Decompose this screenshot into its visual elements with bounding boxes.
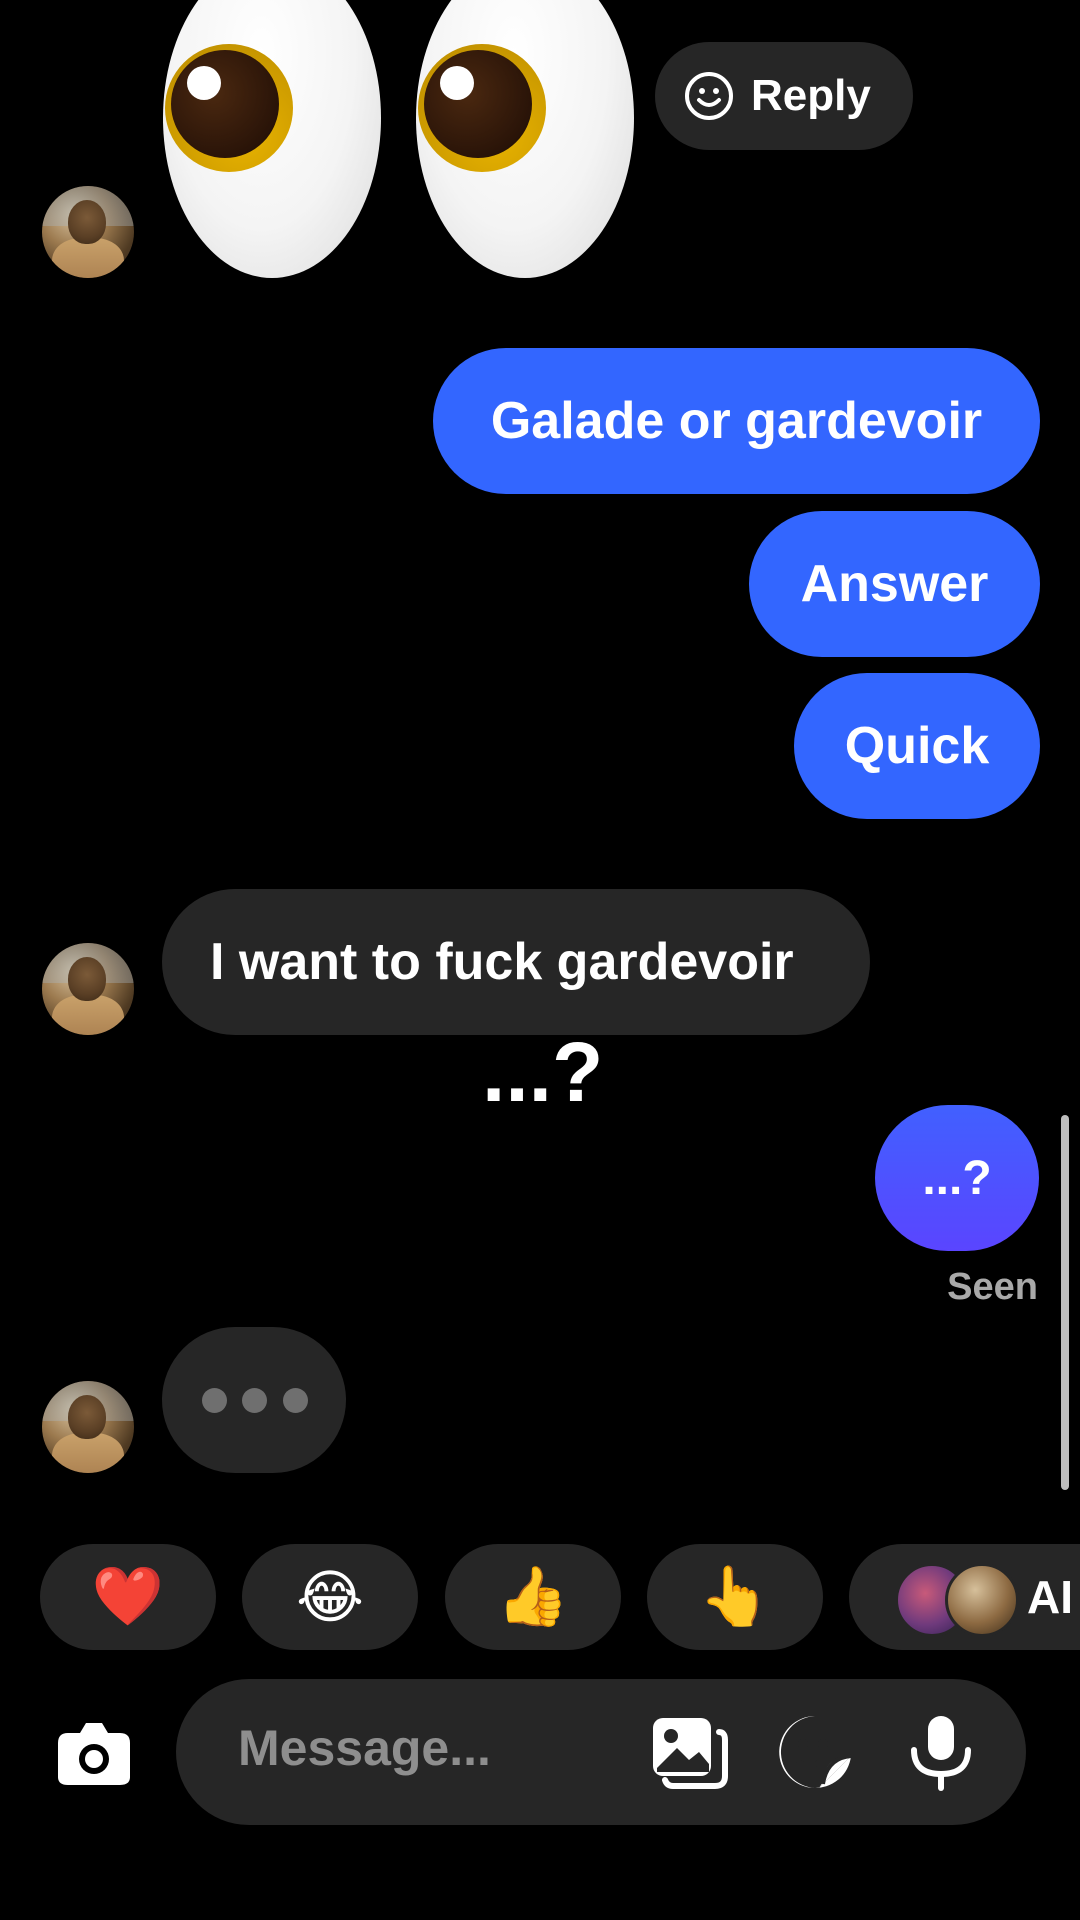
seen-status: Seen — [947, 1266, 1038, 1308]
ai-label: AI — [1027, 1571, 1073, 1623]
reply-label: Reply — [751, 71, 871, 120]
gallery-icon — [653, 1718, 728, 1789]
contact-avatar[interactable] — [42, 1381, 134, 1473]
message-text: Galade or gardevoir — [490, 392, 983, 450]
ai-button[interactable]: AI — [849, 1544, 1080, 1650]
camera-button[interactable] — [44, 1704, 144, 1804]
floating-reaction-text: ...? — [482, 1025, 604, 1119]
message-composer[interactable]: Message... — [176, 1679, 1026, 1825]
thumbs-up-icon: 👍 — [496, 1564, 570, 1629]
typing-dot — [202, 1388, 227, 1413]
outgoing-message[interactable]: Answer — [749, 511, 1040, 657]
message-text: Answer — [800, 555, 989, 613]
message-input[interactable]: Message... — [238, 1719, 491, 1777]
reaction-pointing-finger[interactable]: 👆 — [647, 1544, 823, 1650]
camera-icon — [58, 1723, 130, 1785]
typing-dot — [283, 1388, 308, 1413]
pointing-finger-icon: 👆 — [698, 1564, 772, 1629]
sticker-button[interactable] — [772, 1709, 858, 1795]
microphone-icon — [911, 1716, 971, 1791]
heart-icon: ❤️ — [91, 1564, 165, 1629]
message-text: ...? — [922, 1151, 992, 1205]
smiley-icon — [685, 72, 733, 120]
sticker-icon — [779, 1716, 852, 1789]
microphone-button[interactable] — [898, 1709, 984, 1795]
outgoing-message[interactable]: Galade or gardevoir — [433, 348, 1040, 494]
contact-avatar[interactable] — [42, 186, 134, 278]
contact-avatar[interactable] — [42, 943, 134, 1035]
contact-avatar-small — [945, 1563, 1019, 1637]
reaction-heart[interactable]: ❤️ — [40, 1544, 216, 1650]
message-text: I want to fuck gardevoir — [210, 933, 794, 991]
eyes-emoji-right-eye — [416, 0, 634, 278]
eyes-emoji-left-eye — [163, 0, 381, 278]
reply-button[interactable]: Reply — [655, 42, 913, 150]
incoming-message[interactable]: I want to fuck gardevoir — [162, 889, 870, 1035]
tears-of-joy-icon: 😂 — [296, 1565, 364, 1630]
scrollbar[interactable] — [1061, 1115, 1069, 1490]
outgoing-message[interactable]: ...? — [875, 1105, 1039, 1251]
outgoing-message[interactable]: Quick — [794, 673, 1040, 819]
reaction-thumbs-up[interactable]: 👍 — [445, 1544, 621, 1650]
gallery-button[interactable] — [646, 1709, 732, 1795]
typing-dot — [242, 1388, 267, 1413]
message-text: Quick — [844, 717, 990, 775]
reaction-tears-of-joy[interactable]: 😂 — [242, 1544, 418, 1650]
